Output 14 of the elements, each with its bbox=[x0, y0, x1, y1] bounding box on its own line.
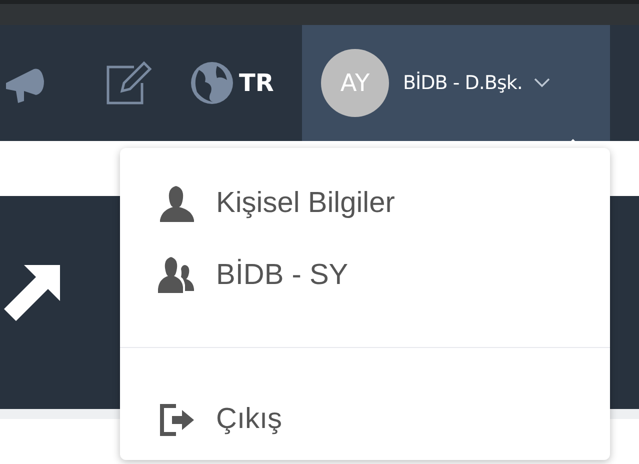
language-button[interactable]: TR bbox=[239, 65, 274, 101]
logout-icon bbox=[158, 402, 194, 438]
menu-item[interactable]: BİDB - SY bbox=[120, 240, 610, 311]
globe-icon[interactable] bbox=[189, 60, 235, 106]
chevron-icon bbox=[534, 78, 550, 88]
person-icon bbox=[158, 186, 194, 222]
edit-icon[interactable] bbox=[106, 61, 152, 105]
arrow-icon bbox=[4, 264, 60, 320]
user-menu-toggle[interactable]: AY BİDB - D.Bşk. bbox=[302, 25, 610, 141]
menu-item[interactable]: Çıkış bbox=[120, 384, 610, 456]
group-icon bbox=[158, 257, 194, 294]
avatar: AY bbox=[321, 49, 389, 117]
menu-item[interactable]: Kişisel Bilgiler bbox=[120, 168, 610, 240]
user-name: BİDB - D.Bşk. bbox=[403, 70, 522, 96]
